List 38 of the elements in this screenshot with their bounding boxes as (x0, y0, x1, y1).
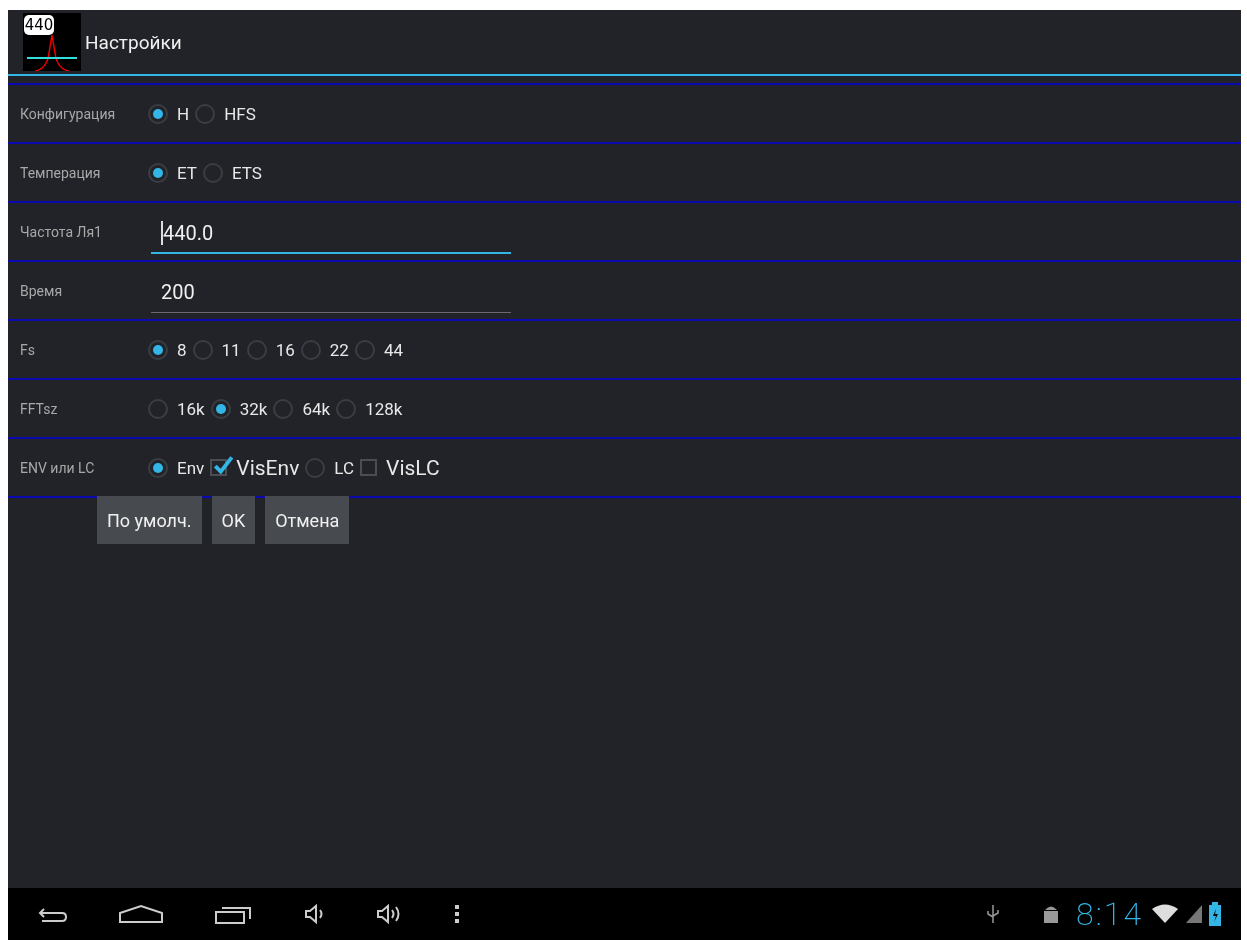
app-logo: 440 (23, 13, 81, 71)
radio-option[interactable]: HFS (195, 103, 256, 124)
setting-label: FFTsz (20, 400, 59, 417)
radio-option[interactable]: 16 (246, 339, 295, 360)
radio-option[interactable]: 64k (273, 398, 331, 419)
radio-option[interactable]: Env (148, 457, 205, 478)
radio-option[interactable]: 16k (148, 398, 205, 419)
setting-label: Fs (20, 341, 36, 358)
text-field[interactable]: 200 (151, 272, 511, 313)
setting-label: Частота Ля1 (20, 223, 103, 240)
radio-option[interactable]: 32k (210, 398, 268, 419)
signal-icon[interactable] (1185, 904, 1203, 924)
setting-label: Конфигурация (20, 105, 117, 122)
radio-option[interactable]: 11 (192, 339, 241, 360)
radio-option[interactable]: 22 (300, 339, 349, 360)
radio-option[interactable]: H (148, 103, 190, 124)
wifi-icon[interactable] (1151, 903, 1179, 925)
setting-label: ENV или LC (20, 459, 96, 476)
battery-icon[interactable] (1209, 902, 1221, 926)
radio-option[interactable]: ET (148, 162, 197, 183)
radio-option[interactable]: 128k (336, 398, 403, 419)
radio-option[interactable]: ETS (203, 162, 262, 183)
check-icon (212, 454, 235, 476)
checkbox-option[interactable]: VisLC (360, 455, 440, 480)
overflow-menu-icon[interactable] (454, 903, 460, 925)
dialog-button[interactable]: OK (211, 496, 256, 544)
screen-title: Настройки (85, 30, 182, 54)
text-field[interactable]: 440.0 (151, 213, 511, 254)
clock-time: 8:14 (1076, 895, 1143, 933)
dialog-button[interactable]: По умолч. (97, 496, 202, 544)
dialog-button[interactable]: Отмена (265, 496, 350, 544)
radio-option[interactable]: 44 (354, 339, 403, 360)
usb-icon[interactable] (986, 903, 1001, 925)
setting-label: Темперация (20, 164, 102, 181)
checkbox-option[interactable]: VisEnv (210, 455, 300, 480)
setting-label: Время (20, 282, 64, 299)
radio-option[interactable]: LC (305, 457, 354, 478)
home-icon[interactable] (118, 904, 164, 924)
